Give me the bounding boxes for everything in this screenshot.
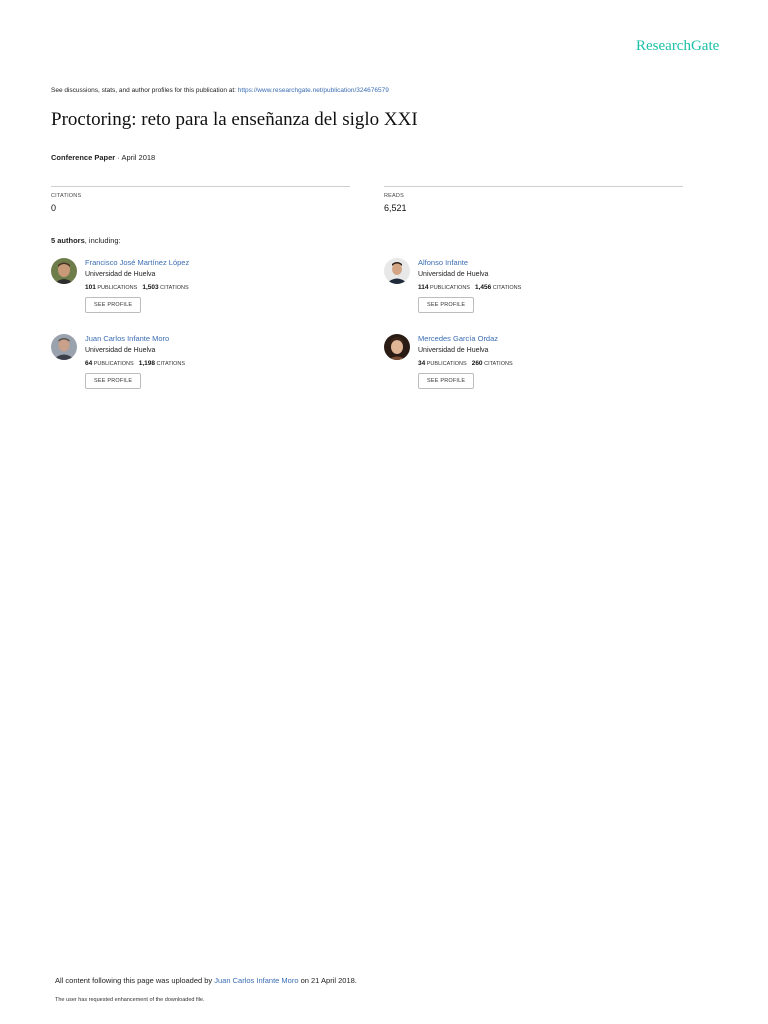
see-profile-button[interactable]: SEE PROFILE bbox=[418, 373, 475, 389]
see-profile-button[interactable]: SEE PROFILE bbox=[418, 297, 475, 313]
discussion-prefix: See discussions, stats, and author profi… bbox=[51, 87, 238, 94]
authors-count-suffix: , including: bbox=[84, 236, 121, 245]
publications-label: PUBLICATIONS bbox=[426, 361, 467, 367]
authors-count: 5 authors, including: bbox=[51, 236, 121, 245]
author-card: Mercedes García Ordaz Universidad de Hue… bbox=[384, 334, 684, 400]
citations-label: CITATIONS bbox=[492, 285, 522, 291]
publications-label: PUBLICATIONS bbox=[93, 361, 134, 367]
avatar[interactable] bbox=[384, 258, 410, 284]
author-card: Francisco José Martínez López Universida… bbox=[51, 258, 351, 324]
avatar[interactable] bbox=[51, 258, 77, 284]
uploader-link[interactable]: Juan Carlos Infante Moro bbox=[214, 976, 298, 985]
authors-count-number: 5 authors bbox=[51, 236, 85, 245]
author-metrics: 101 PUBLICATIONS 1,503 CITATIONS bbox=[85, 284, 189, 292]
upload-prefix: All content following this page was uplo… bbox=[55, 976, 215, 985]
publication-date: · April 2018 bbox=[115, 153, 156, 162]
publications-label: PUBLICATIONS bbox=[97, 285, 138, 291]
avatar[interactable] bbox=[51, 334, 77, 360]
publications-label: PUBLICATIONS bbox=[430, 285, 470, 291]
publications-count: 101 bbox=[85, 284, 96, 291]
citations-label: CITATIONS bbox=[156, 361, 186, 367]
citations-label: CITATIONS bbox=[51, 193, 82, 199]
author-metrics: 64 PUBLICATIONS 1,198 CITATIONS bbox=[85, 360, 185, 368]
publications-count: 114 bbox=[418, 284, 429, 291]
enhancement-note: The user has requested enhancement of th… bbox=[55, 997, 205, 1003]
publication-link[interactable]: https://www.researchgate.net/publication… bbox=[238, 87, 389, 94]
citations-label: CITATIONS bbox=[484, 361, 513, 367]
author-institution: Universidad de Huelva bbox=[85, 347, 156, 354]
publication-type: Conference Paper bbox=[51, 153, 116, 162]
citations-value: 0 bbox=[51, 203, 57, 213]
discussion-line: See discussions, stats, and author profi… bbox=[51, 87, 389, 94]
author-name[interactable]: Alfonso Infante bbox=[418, 258, 521, 267]
upload-suffix: on 21 April 2018. bbox=[298, 976, 357, 985]
author-name[interactable]: Francisco José Martínez López bbox=[85, 258, 189, 267]
publication-meta: Conference Paper · April 2018 bbox=[51, 153, 155, 162]
citations-count: 1,198 bbox=[138, 360, 155, 367]
publications-count: 34 bbox=[418, 360, 426, 367]
citations-count: 260 bbox=[471, 360, 483, 367]
see-profile-button[interactable]: SEE PROFILE bbox=[85, 373, 142, 389]
author-name[interactable]: Juan Carlos Infante Moro bbox=[85, 334, 185, 343]
author-institution: Universidad de Huelva bbox=[418, 347, 489, 354]
publications-count: 64 bbox=[85, 360, 93, 367]
publication-title: Proctoring: reto para la enseñanza del s… bbox=[51, 109, 418, 130]
author-institution: Universidad de Huelva bbox=[418, 271, 489, 278]
see-profile-button[interactable]: SEE PROFILE bbox=[85, 297, 142, 313]
author-card: Juan Carlos Infante Moro Universidad de … bbox=[51, 334, 351, 400]
reads-label: READS bbox=[384, 193, 404, 199]
researchgate-logo[interactable]: ResearchGate bbox=[636, 38, 719, 55]
citations-label: CITATIONS bbox=[160, 285, 189, 291]
reads-value: 6,521 bbox=[384, 203, 407, 213]
author-institution: Universidad de Huelva bbox=[85, 271, 156, 278]
avatar[interactable] bbox=[384, 334, 410, 360]
citations-count: 1,503 bbox=[142, 284, 159, 291]
author-card: Alfonso Infante Universidad de Huelva 11… bbox=[384, 258, 684, 324]
citations-stat: CITATIONS 0 bbox=[51, 186, 350, 213]
author-metrics: 114 PUBLICATIONS 1,456 CITATIONS bbox=[418, 284, 521, 292]
citations-count: 1,456 bbox=[474, 284, 492, 291]
author-metrics: 34 PUBLICATIONS 260 CITATIONS bbox=[418, 360, 513, 368]
upload-note: All content following this page was uplo… bbox=[55, 976, 357, 985]
author-name[interactable]: Mercedes García Ordaz bbox=[418, 334, 513, 343]
reads-stat: READS 6,521 bbox=[384, 186, 683, 213]
